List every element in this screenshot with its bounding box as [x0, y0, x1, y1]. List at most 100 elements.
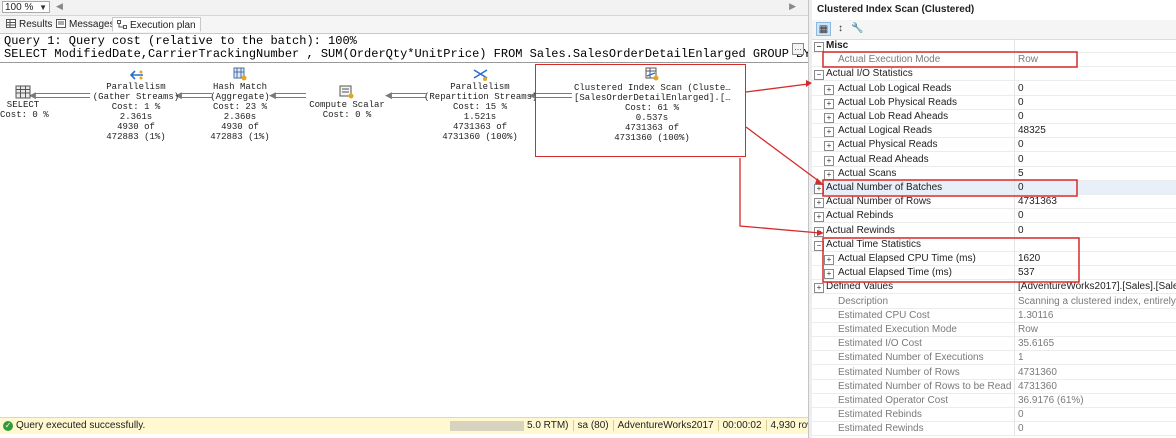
- property-name: Actual Rewinds: [826, 224, 895, 236]
- property-name: Actual I/O Statistics: [826, 68, 913, 80]
- property-row[interactable]: Estimated Number of Rows 4731360: [812, 365, 1176, 380]
- property-value: 0: [1018, 82, 1024, 94]
- plan-node-parallelism-gather[interactable]: Parallelism (Gather Streams) Cost: 1 % 2…: [92, 69, 180, 142]
- tab-messages[interactable]: Messages: [52, 17, 119, 32]
- column-divider: [1014, 110, 1015, 124]
- property-row[interactable]: + Actual Read Aheads 0: [812, 152, 1176, 167]
- wrench-icon[interactable]: 🔧: [850, 22, 865, 36]
- property-value: 0: [1018, 409, 1024, 421]
- property-row[interactable]: Estimated Execution Mode Row: [812, 323, 1176, 337]
- property-row[interactable]: Description Scanning a clustered index, e…: [812, 294, 1176, 309]
- column-divider: [1014, 209, 1015, 224]
- property-value: 4731360: [1018, 380, 1057, 392]
- tab-results-label: Results: [19, 19, 53, 30]
- column-divider: [1014, 351, 1015, 366]
- expand-icon[interactable]: +: [824, 84, 834, 95]
- property-row[interactable]: + Actual Elapsed CPU Time (ms) 1620: [812, 252, 1176, 266]
- plan-node-parallelism-repartition[interactable]: Parallelism (Repartition Streams) Cost: …: [424, 67, 537, 142]
- scroll-left-icon[interactable]: ◀: [56, 1, 63, 12]
- property-name: Estimated CPU Cost: [838, 309, 930, 321]
- tab-results[interactable]: Results: [2, 17, 56, 32]
- column-divider: [1014, 266, 1015, 281]
- property-name: Actual Execution Mode: [838, 54, 941, 66]
- property-row[interactable]: + Actual Lob Physical Reads 0: [812, 95, 1176, 110]
- property-row[interactable]: + Actual Number of Rows 4731363: [812, 195, 1176, 210]
- plan-node-hash-match[interactable]: Hash Match (Aggregate) Cost: 23 % 2.360s…: [200, 67, 280, 142]
- annotation-highlight-box: [535, 64, 746, 157]
- property-row[interactable]: Estimated I/O Cost 35.6165: [812, 337, 1176, 352]
- expand-icon[interactable]: +: [824, 127, 834, 138]
- property-row[interactable]: + Actual Rebinds 0: [812, 209, 1176, 224]
- expand-icon[interactable]: +: [814, 283, 824, 294]
- property-row[interactable]: Estimated Operator Cost 36.9176 (61%): [812, 394, 1176, 408]
- query-header: Query 1: Query cost (relative to the bat…: [4, 35, 875, 61]
- plan-node-compute-scalar[interactable]: Compute Scalar Cost: 0 %: [302, 85, 392, 120]
- column-divider: [1014, 138, 1015, 153]
- property-row[interactable]: Estimated Number of Executions 1: [812, 351, 1176, 366]
- column-divider: [1014, 422, 1015, 437]
- property-row[interactable]: − Actual Time Statistics: [812, 237, 1176, 252]
- plan-node-rows: 4731363 of: [452, 122, 507, 132]
- expand-icon[interactable]: +: [824, 269, 834, 280]
- collapse-icon[interactable]: −: [814, 70, 824, 81]
- expand-icon[interactable]: +: [824, 155, 834, 166]
- property-row[interactable]: + Actual Scans 5: [812, 166, 1176, 181]
- expand-icon[interactable]: +: [814, 184, 824, 194]
- property-row[interactable]: + Actual Physical Reads 0: [812, 138, 1176, 153]
- column-divider: [1014, 81, 1015, 96]
- expand-icon[interactable]: +: [824, 98, 834, 109]
- column-divider: [1014, 95, 1015, 110]
- plan-connector: ◀: [385, 90, 426, 100]
- property-row[interactable]: + Actual Number of Batches 0: [812, 181, 1176, 195]
- chevron-down-icon[interactable]: ▼: [39, 2, 47, 14]
- properties-title: Clustered Index Scan (Clustered): [817, 4, 975, 15]
- plan-node-select[interactable]: SELECT Cost: 0 %: [0, 85, 49, 120]
- scroll-right-icon[interactable]: ▶: [789, 1, 796, 12]
- expand-icon[interactable]: +: [814, 198, 824, 209]
- plan-node-cost: Cost: 0 %: [0, 110, 49, 120]
- query-sql-line: SELECT ModifiedDate,CarrierTrackingNumbe…: [4, 47, 876, 61]
- property-row[interactable]: Estimated CPU Cost 1.30116: [812, 308, 1176, 323]
- expand-icon[interactable]: +: [824, 141, 834, 152]
- collapse-icon[interactable]: −: [814, 240, 824, 251]
- expand-icon[interactable]: +: [814, 226, 824, 237]
- tab-messages-label: Messages: [69, 19, 115, 30]
- property-row[interactable]: Estimated Number of Rows to be Read 47313…: [812, 379, 1176, 394]
- property-row[interactable]: + Actual Elapsed Time (ms) 537: [812, 266, 1176, 281]
- property-name: Misc: [826, 40, 849, 51]
- status-elapsed: 00:00:02: [717, 420, 766, 431]
- plan-node-estimate: 472883 (1%): [210, 132, 270, 142]
- expand-icon[interactable]: +: [824, 169, 834, 180]
- property-value: 1620: [1018, 253, 1041, 264]
- property-row[interactable]: + Actual Logical Reads 48325: [812, 124, 1176, 139]
- property-value: 0: [1018, 111, 1024, 122]
- property-row[interactable]: + Actual Lob Read Aheads 0: [812, 110, 1176, 124]
- column-divider: [1014, 237, 1015, 252]
- query-more-button[interactable]: …: [792, 43, 804, 55]
- expand-icon[interactable]: +: [824, 113, 834, 123]
- zoom-dropdown[interactable]: 100 % ▼: [2, 1, 50, 13]
- property-row[interactable]: − Actual I/O Statistics: [812, 67, 1176, 82]
- horizontal-scrollbar[interactable]: ◀ ▶: [56, 1, 796, 12]
- categorized-icon[interactable]: ▦: [816, 22, 831, 36]
- column-divider: [1014, 308, 1015, 323]
- property-row[interactable]: Estimated Rewinds 0: [812, 422, 1176, 437]
- alphabetical-icon[interactable]: ↕: [833, 22, 848, 36]
- column-divider: [1014, 408, 1015, 423]
- property-row[interactable]: + Actual Rewinds 0: [812, 223, 1176, 238]
- property-row[interactable]: Estimated Rebinds 0: [812, 408, 1176, 423]
- column-divider: [1014, 152, 1015, 167]
- property-name: Actual Scans: [838, 167, 897, 179]
- property-row[interactable]: + Actual Lob Logical Reads 0: [812, 81, 1176, 96]
- plan-node-subtitle: (Aggregate): [210, 92, 270, 102]
- property-row[interactable]: − Misc: [812, 39, 1176, 53]
- parallelism-icon: [473, 69, 488, 81]
- expand-icon[interactable]: +: [824, 255, 834, 265]
- column-divider: [1014, 252, 1015, 266]
- collapse-icon[interactable]: −: [814, 42, 824, 52]
- tab-execution-plan[interactable]: Execution plan: [112, 17, 201, 32]
- property-value: Scanning a clustered index, entirely or: [1018, 295, 1176, 307]
- property-row[interactable]: Actual Execution Mode Row: [812, 53, 1176, 68]
- expand-icon[interactable]: +: [814, 212, 824, 223]
- property-row[interactable]: + Defined Values [AdventureWorks2017].[Sal…: [812, 280, 1176, 295]
